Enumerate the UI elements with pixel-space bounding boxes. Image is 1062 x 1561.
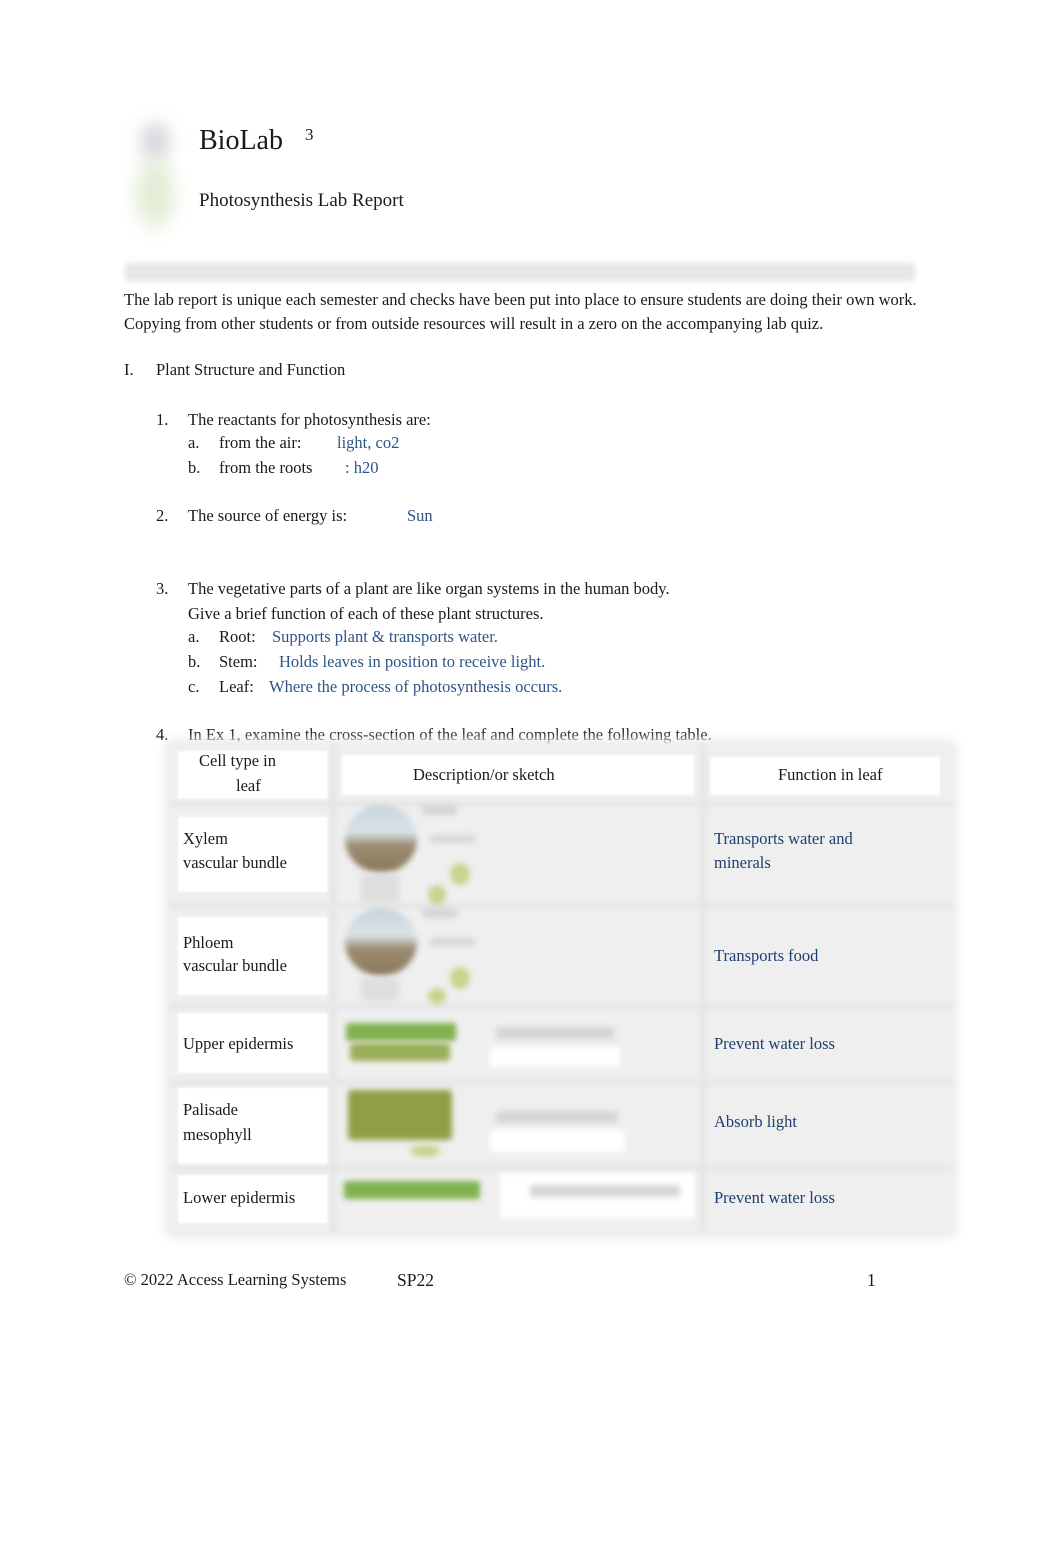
cell-function[interactable]: Prevent water loss <box>714 1185 835 1210</box>
q3a-answer[interactable]: Supports plant & transports water. <box>272 627 498 647</box>
row-divider <box>170 1003 952 1009</box>
column-divider <box>700 745 706 1233</box>
title-superscript: 3 <box>305 125 314 144</box>
question-4-text: In Ex 1, examine the cross-section of th… <box>188 725 712 744</box>
cell-type: Upper epidermis <box>183 1034 294 1053</box>
footer-copyright: © 2022 Access Learning Systems <box>124 1270 347 1289</box>
cell-function[interactable]: Absorb light <box>714 1109 797 1134</box>
q1b-answer[interactable]: : h20 <box>345 458 378 478</box>
q3b-letter: b. <box>188 652 201 671</box>
question-3-text-line2: Give a brief function of each of these p… <box>188 604 544 623</box>
leaf-cell-table: Cell type in leaf Description/or sketch … <box>170 745 952 1233</box>
header-description: Description/or sketch <box>413 765 555 784</box>
row-divider <box>170 903 952 909</box>
cell-type: Palisade <box>183 1100 238 1119</box>
footer-term: SP22 <box>397 1270 434 1290</box>
q3a-letter: a. <box>188 627 200 646</box>
row-divider <box>170 1165 952 1171</box>
cell-function[interactable]: Prevent water loss <box>714 1031 835 1056</box>
row-divider <box>170 1080 952 1086</box>
cell-type: mesophyll <box>183 1125 252 1144</box>
page-subtitle: Photosynthesis Lab Report <box>199 190 404 211</box>
section-title: Plant Structure and Function <box>156 360 346 379</box>
q2-answer[interactable]: Sun <box>407 506 433 526</box>
header-cell-type-line2: leaf <box>236 776 261 795</box>
q3a-label: Root: <box>219 627 256 646</box>
column-divider <box>330 745 336 1233</box>
row-divider <box>170 801 952 807</box>
cell-function[interactable]: Transports food <box>714 943 818 968</box>
cell-function[interactable]: Transports water and <box>714 826 853 851</box>
cell-type: vascular bundle <box>183 853 288 872</box>
question-4-number: 4. <box>156 725 169 744</box>
question-1-number: 1. <box>156 410 169 429</box>
cell-function[interactable]: minerals <box>714 850 771 875</box>
plant-logo-icon <box>122 108 192 233</box>
header-function: Function in leaf <box>778 765 883 784</box>
q1a-label: from the air: <box>219 433 302 452</box>
header-divider <box>125 263 915 281</box>
question-1-text: The reactants for photosynthesis are: <box>188 410 431 429</box>
intro-paragraph: The lab report is unique each semester a… <box>124 290 917 333</box>
q3b-answer[interactable]: Holds leaves in position to receive ligh… <box>279 652 545 672</box>
q1a-letter: a. <box>188 433 200 452</box>
question-3-number: 3. <box>156 579 169 598</box>
cell-type: vascular bundle <box>183 956 288 975</box>
page-title: BioLab <box>199 125 283 156</box>
question-2-number: 2. <box>156 506 169 525</box>
q3c-label: Leaf: <box>219 677 254 696</box>
section-numeral: I. <box>124 360 134 379</box>
question-3-text-line1: The vegetative parts of a plant are like… <box>188 579 670 598</box>
q3b-label: Stem: <box>219 652 258 671</box>
q1a-answer[interactable]: light, co2 <box>337 433 399 453</box>
cell-type: Xylem <box>183 829 228 848</box>
cell-type: Lower epidermis <box>183 1188 296 1207</box>
q3c-answer[interactable]: Where the process of photosynthesis occu… <box>269 677 562 697</box>
q1b-letter: b. <box>188 458 201 477</box>
question-2-text: The source of energy is: <box>188 506 348 525</box>
q3c-letter: c. <box>188 677 200 696</box>
header-cell-type-line1: Cell type in <box>199 751 276 770</box>
q1b-label: from the roots <box>219 458 313 477</box>
cell-type: Phloem <box>183 933 234 952</box>
page-number: 1 <box>867 1270 876 1290</box>
